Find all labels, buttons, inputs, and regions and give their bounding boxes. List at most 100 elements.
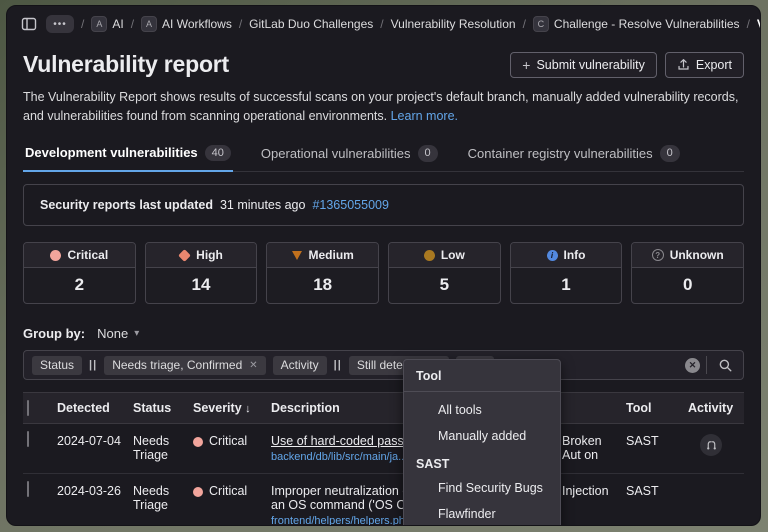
top-bar: ••• / A AI / A AI Workflows / GitLab Duo… [7,6,760,41]
filter-token-label: Status [40,358,75,373]
group-by-value: None [97,326,129,342]
tab-container-registry-vulnerabilities[interactable]: Container registry vulnerabilities 0 [466,139,682,171]
breadcrumb-ellipsis-button[interactable]: ••• [46,15,74,33]
tab-count-badge: 0 [417,145,438,162]
filter-operator: || [333,359,342,372]
cell-identifier: Broken Aut on [562,434,602,463]
search-icon [719,359,731,372]
report-tabs: Development vulnerabilities 40 Operation… [23,139,744,173]
security-reports-banner: Security reports last updated 31 minutes… [23,184,744,227]
breadcrumb-item-challenge-project[interactable]: C Challenge - Resolve Vulnerabilities [532,16,740,32]
info-icon: i [546,249,558,261]
column-tool[interactable]: Tool [626,393,688,423]
dropdown-item-find-security-bugs[interactable]: Find Security Bugs [404,475,560,501]
pipeline-link[interactable]: #1365055009 [312,198,388,212]
dropdown-title: Tool [404,360,560,392]
security-banner-label: Security reports last updated [40,198,213,213]
severity-card-high[interactable]: High 14 [144,242,258,305]
group-by-select[interactable]: None ▾ [97,326,139,341]
dropdown-item-all-tools[interactable]: All tools [404,397,560,423]
close-icon[interactable]: ✕ [249,360,257,371]
column-status[interactable]: Status [133,393,193,423]
severity-label: Critical [209,484,248,499]
severity-card-label: Low [440,248,465,263]
severity-card-label: Info [563,248,586,263]
severity-critical-icon [50,249,62,261]
severity-card-value: 14 [191,275,211,295]
filtered-search-bar[interactable]: Status || Needs triage, Confirmed ✕ Acti… [23,350,744,381]
security-banner-time: 31 minutes ago [219,198,306,213]
tab-label: Container registry vulnerabilities [467,145,653,161]
cell-severity: Critical [193,474,271,508]
tool-filter-dropdown: Tool All tools Manually added SAST Find … [403,359,561,525]
filter-token-status-value[interactable]: Needs triage, Confirmed ✕ [104,355,266,375]
table-row[interactable]: 2024-07-04 Needs Triage Critical Use of … [23,424,744,475]
sidebar-toggle-button[interactable] [19,14,39,34]
learn-more-link[interactable]: Learn more. [391,109,458,123]
severity-card-label: Critical [67,248,109,263]
tab-development-vulnerabilities[interactable]: Development vulnerabilities 40 [23,139,233,173]
breadcrumb-label: Vulnerability report [757,17,760,31]
search-button[interactable] [713,354,737,376]
cell-tool: SAST [626,484,659,499]
cell-detected: 2024-07-04 [57,434,121,449]
severity-card-low[interactable]: Low 5 [388,242,501,305]
report-description: The Vulnerability Report shows results o… [23,88,744,127]
column-identifier[interactable] [562,393,626,409]
breadcrumb-item-ai[interactable]: A AI [91,16,124,32]
breadcrumb-separator: / [522,17,526,31]
cell-status: Needs Triage [133,434,170,463]
filter-token-activity[interactable]: Activity [272,355,327,375]
severity-critical-icon [193,437,203,448]
breadcrumb-separator: / [238,17,243,31]
question-icon: ? [651,249,664,262]
row-checkbox[interactable] [27,431,29,448]
breadcrumb-separator: / [130,17,135,31]
dropdown-item-flawfinder[interactable]: Flawfinder [404,501,560,525]
severity-card-unknown[interactable]: ? Unknown 0 [631,242,745,305]
activity-issue-icon[interactable] [700,434,722,457]
group-by-label: Group by: [23,326,86,342]
breadcrumb-item-ai-workflows[interactable]: A AI Workflows [141,16,232,32]
sidebar-toggle-icon [21,17,37,31]
severity-card-info[interactable]: i Info 1 [509,242,623,305]
tab-operational-vulnerabilities[interactable]: Operational vulnerabilities 0 [259,139,440,171]
breadcrumb-item-gitlab-duo-challenges[interactable]: GitLab Duo Challenges [249,17,373,31]
cell-activity [688,424,744,466]
breadcrumb-separator: / [746,17,750,31]
column-detected[interactable]: Detected [57,393,133,423]
dropdown-section-sast: SAST [416,457,450,471]
severity-card-value: 1 [561,275,571,295]
severity-card-value: 5 [439,275,450,295]
tab-label: Development vulnerabilities [25,145,198,161]
severity-low-icon [423,249,435,261]
export-icon [678,59,689,70]
column-activity[interactable]: Activity [688,393,744,423]
vulnerability-table: Detected Status Severity ↓ Description T… [23,392,744,525]
severity-card-critical[interactable]: Critical 2 [23,242,136,305]
filter-token-status[interactable]: Status [32,355,83,375]
severity-card-medium[interactable]: Medium 18 [266,242,380,305]
ellipsis-icon: ••• [53,18,67,30]
plus-icon: + [522,56,531,73]
dropdown-item-manually-added[interactable]: Manually added [404,423,560,449]
filter-operator: || [89,359,98,372]
severity-card-label: Unknown [669,248,724,263]
export-button[interactable]: Export [664,51,744,78]
table-row[interactable]: 2024-03-26 Needs Triage Critical Imprope… [23,474,744,525]
tab-count-badge: 40 [204,144,231,162]
sort-descending-icon: ↓ [245,403,251,416]
select-all-checkbox[interactable] [27,400,29,417]
column-severity-label: Severity [193,401,242,416]
column-severity[interactable]: Severity ↓ [193,393,271,423]
severity-critical-icon [193,487,203,498]
severity-card-value: 0 [682,275,693,295]
clear-filters-icon[interactable]: ✕ [685,357,700,373]
breadcrumb-item-vulnerability-resolution[interactable]: Vulnerability Resolution [391,17,516,31]
cell-identifier: Injection [562,484,609,499]
submit-vulnerability-button[interactable]: + Submit vulnerability [510,51,657,78]
breadcrumb-label: AI [112,17,124,31]
cell-detected: 2024-03-26 [57,484,121,499]
row-checkbox[interactable] [27,481,29,498]
tab-count-badge: 0 [659,145,680,162]
